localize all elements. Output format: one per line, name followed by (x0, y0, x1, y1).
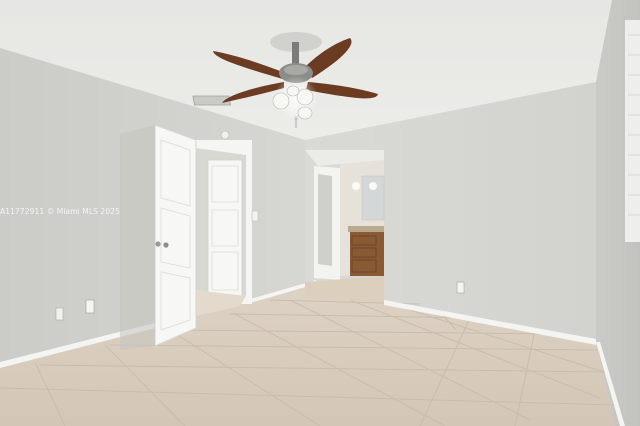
window-frame (625, 20, 640, 242)
thermostat (220, 130, 230, 140)
door-shadow (120, 125, 155, 350)
bathroom-vanity (350, 232, 384, 276)
fan-motor-trim (284, 65, 308, 75)
vanity-countertop (348, 226, 384, 232)
light-switch[interactable] (251, 210, 259, 222)
outlet-back (456, 281, 465, 294)
closet-inner-door[interactable] (207, 159, 243, 297)
outlet-left-2 (85, 299, 95, 314)
fan-downrod (292, 42, 299, 64)
outlet-left-1 (55, 307, 64, 321)
bathroom-hallway-wall (318, 174, 332, 266)
mls-watermark: A11772911 © Miami MLS 2025 (0, 207, 120, 216)
room-photo: A11772911 © Miami MLS 2025 (0, 0, 640, 426)
